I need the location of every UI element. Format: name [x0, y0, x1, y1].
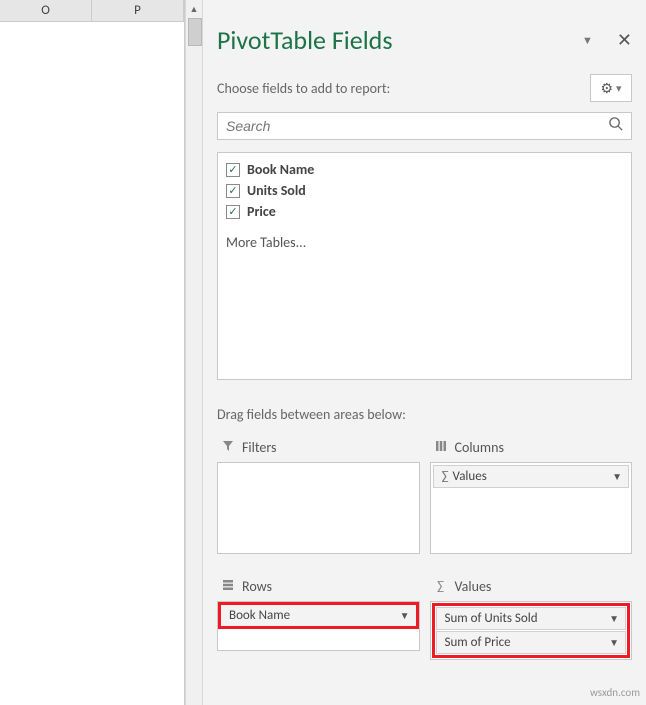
close-icon[interactable]: ✕ — [617, 29, 632, 51]
scroll-up-arrow[interactable]: ▲ — [186, 0, 202, 18]
sigma-icon: ∑ — [434, 579, 448, 594]
area-filters-title: Filters — [242, 439, 276, 456]
field-list[interactable]: ✓ Book Name ✓ Units Sold ✓ Price More Ta… — [217, 152, 632, 380]
field-label: Price — [247, 203, 276, 220]
checkbox-icon[interactable]: ✓ — [226, 184, 240, 198]
pane-title: PivotTable Fields — [217, 24, 393, 56]
search-box[interactable] — [217, 112, 632, 140]
scroll-thumb[interactable] — [188, 18, 202, 46]
more-tables-link[interactable]: More Tables... — [226, 234, 623, 251]
pane-options-dropdown[interactable]: ▼ — [582, 34, 593, 47]
pivottable-fields-pane: PivotTable Fields ▼ ✕ Choose fields to a… — [203, 0, 646, 705]
checkbox-icon[interactable]: ✓ — [226, 205, 240, 219]
filters-dropzone[interactable] — [217, 462, 420, 554]
pill-book-name[interactable]: Book Name ▼ — [220, 604, 417, 627]
field-label: Book Name — [247, 161, 314, 178]
drag-fields-label: Drag fields between areas below: — [217, 406, 632, 423]
values-dropzone[interactable]: Sum of Units Sold ▼ Sum of Price ▼ — [430, 601, 633, 660]
gear-icon: ⚙ — [600, 80, 613, 97]
vertical-scrollbar[interactable]: ▲ — [185, 0, 203, 705]
settings-button[interactable]: ⚙ ▾ — [590, 74, 632, 102]
chevron-down-icon: ▾ — [616, 82, 622, 95]
choose-fields-label: Choose fields to add to report: — [217, 80, 390, 97]
pill-sum-price[interactable]: Sum of Price ▼ — [436, 631, 627, 654]
area-filters: Filters — [217, 433, 420, 554]
pill-sum-units-sold[interactable]: Sum of Units Sold ▼ — [436, 607, 627, 630]
sigma-icon: ∑ — [442, 469, 449, 484]
worksheet-grid[interactable]: O P — [0, 0, 185, 705]
area-rows: Rows Book Name ▼ — [217, 572, 420, 660]
area-values-title: Values — [455, 578, 492, 595]
areas-grid: Filters Columns ∑ Values ▼ — [217, 433, 632, 660]
pill-label: Values — [453, 469, 487, 484]
area-columns: Columns ∑ Values ▼ — [430, 433, 633, 554]
columns-dropzone[interactable]: ∑ Values ▼ — [430, 462, 633, 554]
field-label: Units Sold — [247, 182, 306, 199]
chevron-down-icon: ▼ — [609, 612, 619, 625]
rows-dropzone[interactable]: Book Name ▼ — [217, 601, 420, 651]
area-columns-title: Columns — [455, 439, 504, 456]
search-input[interactable] — [218, 118, 600, 134]
pill-label: Sum of Price — [445, 635, 511, 650]
pill-label: Book Name — [229, 608, 290, 623]
filter-icon — [221, 440, 235, 456]
pill-sigma-values[interactable]: ∑ Values ▼ — [433, 465, 630, 488]
field-units-sold[interactable]: ✓ Units Sold — [226, 180, 623, 201]
column-headers: O P — [0, 0, 184, 22]
field-price[interactable]: ✓ Price — [226, 201, 623, 222]
chevron-down-icon: ▼ — [612, 470, 622, 483]
column-header-o[interactable]: O — [0, 0, 92, 21]
pane-header: PivotTable Fields ▼ ✕ — [217, 10, 632, 56]
rows-icon — [221, 579, 235, 595]
watermark: wsxdn.com — [590, 686, 640, 699]
chevron-down-icon: ▼ — [609, 636, 619, 649]
column-header-p[interactable]: P — [92, 0, 184, 21]
search-icon — [600, 116, 631, 136]
area-values: ∑ Values Sum of Units Sold ▼ Sum of Pric… — [430, 572, 633, 660]
pill-label: Sum of Units Sold — [445, 611, 538, 626]
field-book-name[interactable]: ✓ Book Name — [226, 159, 623, 180]
chevron-down-icon: ▼ — [400, 609, 410, 622]
columns-icon — [434, 440, 448, 456]
checkbox-icon[interactable]: ✓ — [226, 163, 240, 177]
area-rows-title: Rows — [242, 578, 272, 595]
